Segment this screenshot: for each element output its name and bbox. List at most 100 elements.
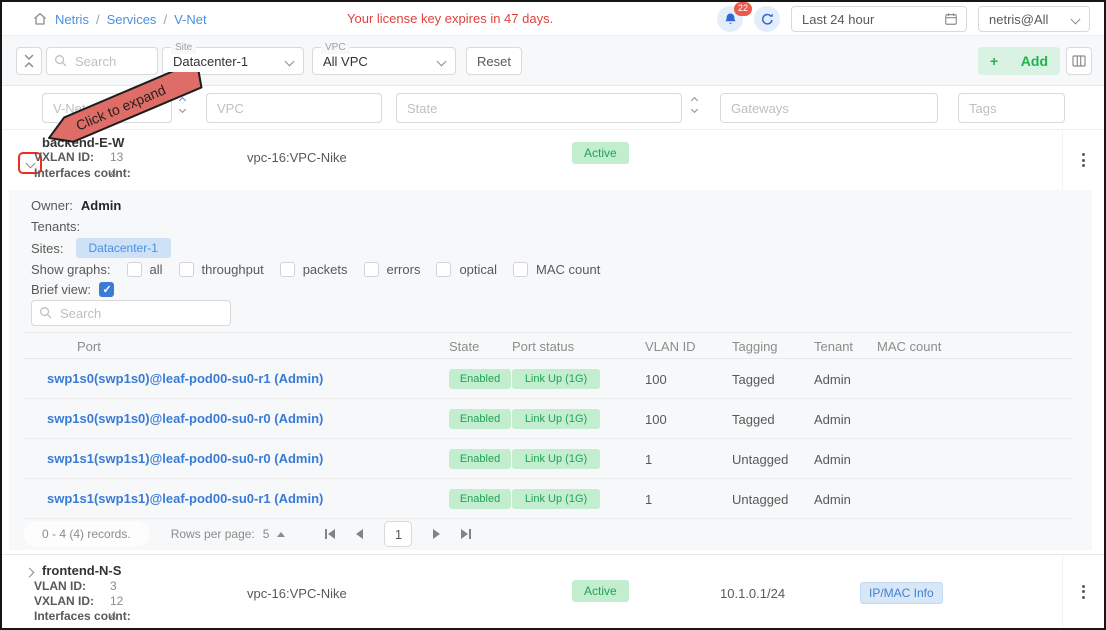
port-link[interactable]: swp1s0(swp1s0)@leaf-pod00-su0-r0 (Admin) xyxy=(47,411,323,426)
first-page-button[interactable] xyxy=(325,529,335,539)
port-state-badge: Enabled xyxy=(449,489,511,509)
top-bar: Netris / Services / V-Net Your license k… xyxy=(2,2,1104,36)
field-value: 12 xyxy=(110,594,123,608)
col-vlan-id: VLAN ID xyxy=(645,339,696,354)
gateways-filter-input[interactable] xyxy=(720,93,938,123)
search-icon xyxy=(39,306,52,319)
reset-button[interactable]: Reset xyxy=(466,47,522,75)
col-tenant: Tenant xyxy=(814,339,853,354)
row-actions xyxy=(1062,555,1104,628)
ports-search xyxy=(31,300,231,326)
port-table-row: swp1s1(swp1s1)@leaf-pod00-su0-r1 (Admin)… xyxy=(24,479,1072,519)
tenants-label: Tenants: xyxy=(31,219,80,234)
tenant-cell: Admin xyxy=(814,412,851,427)
field-value: 3 xyxy=(110,579,117,593)
vpc-select[interactable]: VPC All VPC xyxy=(312,47,456,75)
app-window: Netris / Services / V-Net Your license k… xyxy=(0,0,1106,630)
row-actions xyxy=(1062,130,1104,190)
port-status-badge: Link Up (1G) xyxy=(512,489,600,509)
owner-line: Owner: Admin xyxy=(31,198,121,213)
graph-option: MAC count xyxy=(513,262,600,277)
row-menu-button[interactable] xyxy=(1078,581,1089,603)
tags-filter-input[interactable] xyxy=(958,93,1065,123)
vpc-filter-input[interactable] xyxy=(206,93,382,123)
profile-value: netris@All xyxy=(989,12,1072,27)
checkbox-optical[interactable] xyxy=(436,262,451,277)
license-warning: Your license key expires in 47 days. xyxy=(347,11,553,26)
profile-selector[interactable]: netris@All xyxy=(978,6,1090,32)
vlan-id-cell: 1 xyxy=(645,452,652,467)
breadcrumb-netris[interactable]: Netris xyxy=(55,12,89,27)
vnet-detail-panel: Owner: Admin Tenants: Sites: Datacenter-… xyxy=(9,190,1092,550)
port-table-row: swp1s1(swp1s1)@leaf-pod00-su0-r0 (Admin)… xyxy=(24,439,1072,479)
breadcrumb-vnet[interactable]: V-Net xyxy=(174,12,207,27)
state-filter-input[interactable] xyxy=(396,93,682,123)
ports-table-header: Port State Port status VLAN ID Tagging T… xyxy=(24,332,1072,359)
home-icon[interactable] xyxy=(32,11,48,27)
site-select[interactable]: Site Datacenter-1 xyxy=(162,47,304,75)
vnet-filter-input[interactable] xyxy=(42,93,172,123)
checkbox-mac-count[interactable] xyxy=(513,262,528,277)
graph-option-label: optical xyxy=(459,262,497,277)
port-state-badge: Enabled xyxy=(449,369,511,389)
notifications-button[interactable]: 22 xyxy=(717,6,743,32)
tenants-line: Tenants: xyxy=(31,219,80,234)
row-menu-button[interactable] xyxy=(1078,149,1089,171)
port-link[interactable]: swp1s1(swp1s1)@leaf-pod00-su0-r0 (Admin) xyxy=(47,451,323,466)
port-state-badge: Enabled xyxy=(449,449,511,469)
add-button[interactable]: + Add xyxy=(978,47,1060,75)
tenant-cell: Admin xyxy=(814,372,851,387)
port-link[interactable]: swp1s0(swp1s0)@leaf-pod00-su0-r1 (Admin) xyxy=(47,371,323,386)
rows-per-page-value[interactable]: 5 xyxy=(263,527,270,541)
field-label: VXLAN ID: xyxy=(34,594,94,608)
ports-search-input[interactable] xyxy=(31,300,231,326)
vpc-value: vpc-16:VPC-Nike xyxy=(247,586,347,601)
breadcrumb-services[interactable]: Services xyxy=(107,12,157,27)
vnet-sorter[interactable] xyxy=(180,98,185,112)
add-button-label: Add xyxy=(1021,53,1048,69)
site-select-value: Datacenter-1 xyxy=(173,54,248,69)
graph-option: packets xyxy=(280,262,348,277)
checkbox-brief-view[interactable] xyxy=(99,282,114,297)
vlan-id-cell: 1 xyxy=(645,492,652,507)
collapse-vertical-icon xyxy=(23,54,35,68)
notification-badge: 22 xyxy=(734,2,752,16)
refresh-button[interactable] xyxy=(754,6,780,32)
col-port-status: Port status xyxy=(512,339,574,354)
vlan-id-cell: 100 xyxy=(645,372,667,387)
refresh-icon xyxy=(760,12,775,27)
col-state: State xyxy=(449,339,479,354)
current-page[interactable]: 1 xyxy=(384,521,412,547)
checkbox-all[interactable] xyxy=(127,262,142,277)
breadcrumb-separator: / xyxy=(163,12,167,27)
table-filter-row xyxy=(2,86,1104,130)
rows-per-page-label: Rows per page: xyxy=(171,527,255,541)
state-sorter[interactable] xyxy=(692,98,697,112)
checkbox-errors[interactable] xyxy=(364,262,379,277)
last-page-button[interactable] xyxy=(461,529,471,539)
collapse-all-button[interactable] xyxy=(16,47,42,75)
columns-icon xyxy=(1072,55,1086,67)
tenant-cell: Admin xyxy=(814,452,851,467)
port-table-row: swp1s0(swp1s0)@leaf-pod00-su0-r1 (Admin)… xyxy=(24,359,1072,399)
time-range-picker[interactable]: Last 24 hour xyxy=(791,6,967,32)
rows-per-page-caret-icon[interactable] xyxy=(277,532,285,537)
field-label: VLAN ID: xyxy=(34,579,86,593)
vnet-row-backend: backend-E-W VXLAN ID: 13 Interfaces coun… xyxy=(2,130,1104,190)
ipmac-info-button[interactable]: IP/MAC Info xyxy=(860,582,943,604)
checkbox-throughput[interactable] xyxy=(179,262,194,277)
graph-option: all xyxy=(127,262,163,277)
brief-view-line: Brief view: xyxy=(31,282,114,297)
prev-page-button[interactable] xyxy=(356,529,363,539)
graph-option: optical xyxy=(436,262,497,277)
port-link[interactable]: swp1s1(swp1s1)@leaf-pod00-su0-r1 (Admin) xyxy=(47,491,323,506)
site-select-label: Site xyxy=(171,41,196,54)
port-status-badge: Link Up (1G) xyxy=(512,369,600,389)
tags-filter xyxy=(958,93,1065,123)
next-page-button[interactable] xyxy=(433,529,440,539)
checkbox-packets[interactable] xyxy=(280,262,295,277)
tenant-cell: Admin xyxy=(814,492,851,507)
sort-desc-icon xyxy=(691,106,698,113)
col-mac-count: MAC count xyxy=(877,339,941,354)
column-settings-button[interactable] xyxy=(1066,47,1092,75)
